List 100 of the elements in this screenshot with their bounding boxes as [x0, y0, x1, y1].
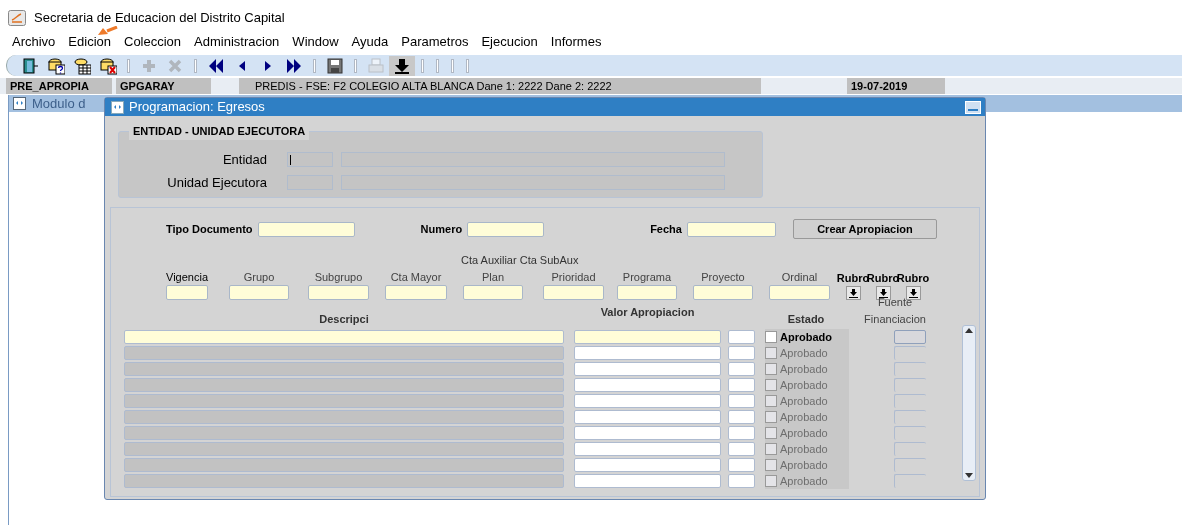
- window-title: Secretaria de Educacion del Distrito Capital: [34, 11, 285, 25]
- menu-item[interactable]: Coleccion: [124, 35, 182, 49]
- scrollbar[interactable]: [962, 325, 976, 481]
- source-field[interactable]: [894, 442, 926, 456]
- menu-item[interactable]: Window: [292, 35, 339, 49]
- field-label: Unidad Ejecutora: [166, 173, 268, 192]
- download-button[interactable]: [905, 286, 921, 300]
- date-field: 19-07-2019: [847, 78, 945, 94]
- background-window-title: Modulo d: [32, 94, 86, 113]
- menu-item[interactable]: Ejecucion: [481, 35, 538, 49]
- app-icon: [8, 10, 26, 26]
- input-field[interactable]: [728, 362, 755, 376]
- input-field[interactable]: [728, 410, 755, 424]
- download-button[interactable]: [875, 286, 891, 300]
- column-label: Ordinal: [781, 269, 818, 285]
- column-label: Programa: [622, 269, 672, 285]
- menu-item[interactable]: Parametros: [401, 35, 469, 49]
- source-field[interactable]: [894, 362, 926, 376]
- status-label: Aprobado: [780, 393, 828, 409]
- column-label: Proyecto: [701, 269, 745, 285]
- input-field[interactable]: [728, 426, 755, 440]
- status-label: Aprobado: [780, 409, 828, 425]
- input-field[interactable]: [385, 285, 447, 300]
- code-field[interactable]: [287, 152, 333, 167]
- field-label: Entidad: [221, 150, 268, 169]
- column-caption: Cta Auxiliar Cta SubAux: [461, 253, 579, 268]
- column-label: Cta Mayor: [390, 269, 442, 285]
- value-field[interactable]: [574, 346, 721, 360]
- description-field[interactable]: [124, 330, 564, 344]
- input-field[interactable]: [463, 285, 523, 300]
- column-header: Descripci: [318, 311, 370, 327]
- menu-item[interactable]: Informes: [550, 35, 602, 49]
- context-field: PREDIS - FSE: F2 COLEGIO ALTA BLANCA Dane 1: 2222 Dane 2: 2222: [239, 78, 761, 94]
- menu-item[interactable]: Edicion: [68, 35, 111, 49]
- column-header: Financiacion: [864, 311, 926, 327]
- status-label: Aprobado: [780, 425, 828, 441]
- create-button[interactable]: Crear Apropiacion: [792, 219, 937, 239]
- source-field[interactable]: [894, 330, 926, 344]
- input-field[interactable]: [617, 285, 677, 300]
- value-field[interactable]: [574, 426, 721, 440]
- column-label: Prioridad: [551, 269, 596, 285]
- status-label: Aprobado: [780, 345, 828, 361]
- column-label: Vigencia: [166, 269, 208, 285]
- download-icon[interactable]: [389, 55, 415, 76]
- source-field[interactable]: [894, 458, 926, 472]
- minimize-button[interactable]: [965, 100, 981, 114]
- source-field[interactable]: [894, 394, 926, 408]
- status-label: Aprobado: [780, 377, 828, 393]
- input-field[interactable]: [728, 346, 755, 360]
- dialog-title: Programacion: Egresos: [129, 98, 265, 117]
- value-field[interactable]: [574, 410, 721, 424]
- status-label: Aprobado: [780, 473, 828, 489]
- value-field[interactable]: [574, 474, 721, 488]
- status-label: Aprobado: [780, 441, 828, 457]
- value-field[interactable]: [574, 442, 721, 456]
- input-field[interactable]: [308, 285, 369, 300]
- status-label: Aprobado: [780, 361, 828, 377]
- scroll-up-icon[interactable]: [965, 328, 973, 333]
- download-button[interactable]: [845, 286, 861, 300]
- input-field[interactable]: [728, 442, 755, 456]
- input-field[interactable]: [728, 474, 755, 488]
- input-field[interactable]: [728, 378, 755, 392]
- input-field[interactable]: [693, 285, 753, 300]
- source-field[interactable]: [894, 346, 926, 360]
- column-label: Plan: [482, 269, 504, 285]
- input-field[interactable]: [166, 285, 208, 300]
- value-field[interactable]: [574, 362, 721, 376]
- status-label: Aprobado: [780, 329, 832, 345]
- approved-checkbox[interactable]: [765, 331, 777, 343]
- value-field[interactable]: [574, 378, 721, 392]
- field-label: Numero: [420, 221, 463, 237]
- column-header: Valor Apropiacion: [599, 305, 696, 320]
- input-field[interactable]: [686, 221, 776, 237]
- menu-item[interactable]: Archivo: [12, 35, 56, 49]
- status-label: Aprobado: [780, 457, 828, 473]
- menu-item[interactable]: Administracion: [194, 35, 280, 49]
- input-field[interactable]: [728, 394, 755, 408]
- input-field[interactable]: [728, 458, 755, 472]
- form-name-field: PRE_APROPIA: [6, 78, 112, 94]
- field-label: Fecha: [650, 221, 682, 237]
- input-field[interactable]: [543, 285, 604, 300]
- column-label: Subgrupo: [314, 269, 363, 285]
- value-field[interactable]: [574, 394, 721, 408]
- input-field[interactable]: [467, 221, 545, 237]
- scroll-down-icon[interactable]: [965, 473, 973, 478]
- input-field[interactable]: [769, 285, 830, 300]
- form-icon: [13, 97, 26, 110]
- user-field: GPGARAY: [116, 78, 211, 94]
- source-field[interactable]: [894, 426, 926, 440]
- download-icon: [878, 288, 888, 298]
- column-label: Grupo: [243, 269, 275, 285]
- input-field[interactable]: [728, 330, 755, 344]
- menu-item[interactable]: Ayuda: [351, 35, 389, 49]
- source-field[interactable]: [894, 378, 926, 392]
- value-field[interactable]: [574, 330, 721, 344]
- input-field[interactable]: [257, 221, 355, 237]
- input-field[interactable]: [229, 285, 289, 300]
- source-field[interactable]: [894, 474, 926, 488]
- value-field[interactable]: [574, 458, 721, 472]
- source-field[interactable]: [894, 410, 926, 424]
